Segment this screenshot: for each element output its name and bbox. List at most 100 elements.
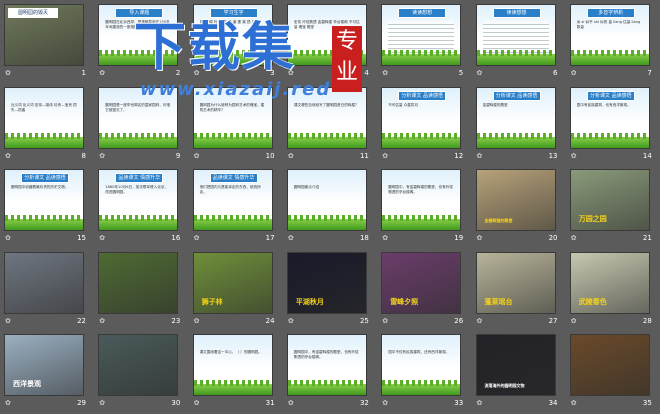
- slide-thumbnail[interactable]: 圆明园为什么被称为园林艺术的瑰宝，建筑艺术的精华？ ✿ 10: [191, 85, 285, 167]
- transition-icon[interactable]: ✿: [477, 234, 483, 242]
- slide-thumbnail[interactable]: 读读想想 ✿ 5: [379, 2, 473, 84]
- slide-caption: 雷峰夕照: [390, 297, 419, 306]
- slide-number: 21: [642, 234, 652, 243]
- slide-thumbnail[interactable]: 分析课文 品读感悟 园中有民族建筑，也有西洋景观。 ✿ 14: [568, 85, 660, 167]
- slide-thumbnail[interactable]: 宏伟 玲珑剔透 金碧辉煌 亭台楼阁 不可估量 瑰宝 殿堂 ✿ 4: [285, 2, 379, 84]
- transition-icon[interactable]: ✿: [194, 399, 200, 407]
- transition-icon[interactable]: ✿: [5, 399, 11, 407]
- slide-preview: 课文哪些自然段写了圆明园昔日的辉煌？: [286, 86, 367, 149]
- slide-thumbnail[interactable]: 园中不仅有民族建筑，还有西洋景观。 ✿ 33: [379, 332, 473, 414]
- slide-thumbnail[interactable]: 圆明园的毁灭 ✿ 1: [2, 2, 96, 84]
- slide-thumbnail[interactable]: 品读课文 情感升华 他们把园内凡是能拿走的东西，统统掠走。 ✿ 17: [191, 167, 285, 249]
- slide-thumbnail[interactable]: 蓬莱瑶台 ✿ 27: [474, 250, 568, 332]
- slide-number: 16: [171, 234, 181, 243]
- slide-number: 28: [642, 316, 652, 325]
- transition-icon[interactable]: ✿: [99, 69, 105, 77]
- slide-thumbnail[interactable]: 武陵春色 ✿ 28: [568, 250, 660, 332]
- slide-thumbnail[interactable]: 近义词 反义词 宏伟—雄伟 珍贵—宝贵 损失—损害 ✿ 8: [2, 85, 96, 167]
- transition-icon[interactable]: ✿: [382, 152, 388, 160]
- transition-icon[interactable]: ✿: [571, 234, 577, 242]
- slide-thumbnail[interactable]: 圆明园中，有金碧辉煌的殿堂，也有玲珑剔透的亭台楼阁。 ✿ 19: [379, 167, 473, 249]
- slide-preview: 读读想想: [475, 4, 556, 66]
- transition-icon[interactable]: ✿: [194, 317, 200, 325]
- transition-icon[interactable]: ✿: [477, 152, 483, 160]
- slide-caption: 蓬莱瑶台: [484, 297, 513, 306]
- slide-thumbnail[interactable]: 雷峰夕照 ✿ 26: [379, 250, 473, 332]
- slide-thumbnail[interactable]: 平湖秋月 ✿ 25: [285, 250, 379, 332]
- transition-icon[interactable]: ✿: [571, 317, 577, 325]
- slide-thumbnail[interactable]: 分析课文 品读感悟 金碧辉煌的殿堂 ✿ 13: [474, 85, 568, 167]
- slide-thumbnail[interactable]: 品读课文 情感升华 1860年10月6日，英法联军侵入北京，闯进圆明园。 ✿ 16: [96, 167, 190, 249]
- slide-number: 17: [265, 234, 275, 243]
- slide-number: 6: [553, 69, 558, 77]
- slide-number: 5: [458, 69, 464, 77]
- slide-thumbnail[interactable]: 课文哪些自然段写了圆明园昔日的辉煌？ ✿ 11: [285, 85, 379, 167]
- slide-title: 读读想想: [398, 8, 447, 18]
- slide-thumbnail[interactable]: 读读想想 ✿ 6: [474, 2, 568, 84]
- transition-icon[interactable]: ✿: [382, 317, 388, 325]
- slide-thumbnail[interactable]: 分析课文 品读感悟 不可估量 众星拱月 ✿ 12: [379, 85, 473, 167]
- transition-icon[interactable]: ✿: [288, 399, 294, 407]
- slide-number: 10: [265, 151, 275, 160]
- slide-title: 品读课文 情感升华: [115, 173, 164, 184]
- slide-thumbnail[interactable]: ✿ 23: [96, 250, 190, 332]
- slide-thumbnail[interactable]: 导入课题 圆明园在北京西郊，是清朝皇帝在150多年间建造的一座规模宏大的皇家园林。…: [96, 2, 190, 84]
- transition-icon[interactable]: ✿: [477, 69, 483, 77]
- slide-body-text: 不可估量 众星拱月: [388, 102, 419, 107]
- slide-thumbnail[interactable]: 流落海外的圆明园文物 ✿ 34: [474, 332, 568, 414]
- transition-icon[interactable]: ✿: [5, 69, 11, 77]
- transition-icon[interactable]: ✿: [194, 69, 200, 77]
- transition-icon[interactable]: ✿: [571, 399, 577, 407]
- slide-preview: [98, 334, 179, 397]
- transition-icon[interactable]: ✿: [382, 234, 388, 242]
- transition-icon[interactable]: ✿: [382, 399, 388, 407]
- slide-number: 35: [642, 399, 652, 408]
- slide-preview: 蓬莱瑶台: [475, 251, 556, 314]
- slide-number: 3: [270, 69, 275, 77]
- slide-thumbnail[interactable]: 多音字辨析似 si 似乎 shi 似的 量 liang 估量 liang 数量 ✿…: [568, 2, 660, 84]
- slide-title: 品读课文 情感升华: [209, 173, 258, 184]
- slide-thumbnail[interactable]: 分析课文 品读感悟 圆明园中收藏着最珍贵的历史文物。 ✿ 15: [2, 167, 96, 249]
- transition-icon[interactable]: ✿: [477, 317, 483, 325]
- transition-icon[interactable]: ✿: [5, 234, 11, 242]
- slide-thumbnail[interactable]: 圆明园景点介绍 ✿ 18: [285, 167, 379, 249]
- slide-thumbnail[interactable]: 课文围绕着这一中心，（ ）的圆明园。 ✿ 31: [191, 332, 285, 414]
- transition-icon[interactable]: ✿: [194, 234, 200, 242]
- slide-thumbnail[interactable]: 狮子林 ✿ 24: [191, 250, 285, 332]
- transition-icon[interactable]: ✿: [99, 152, 105, 160]
- transition-icon[interactable]: ✿: [5, 152, 11, 160]
- slide-number: 18: [359, 234, 369, 243]
- transition-icon[interactable]: ✿: [288, 69, 294, 77]
- transition-icon[interactable]: ✿: [5, 317, 11, 325]
- transition-icon[interactable]: ✿: [477, 399, 483, 407]
- transition-icon[interactable]: ✿: [99, 399, 105, 407]
- slide-thumbnail[interactable]: 圆明园是一座举世闻名的皇家园林，可惜它被毁灭了。 ✿ 9: [96, 85, 190, 167]
- slide-number: 25: [359, 316, 369, 325]
- slide-thumbnail[interactable]: 万园之园 ✿ 21: [568, 167, 660, 249]
- slide-grass-footer: [5, 132, 83, 148]
- slide-preview: 分析课文 品读感悟 不可估量 众星拱月: [381, 86, 462, 149]
- slide-thumbnail[interactable]: ✿ 30: [96, 332, 190, 414]
- slide-preview: 导入课题 圆明园在北京西郊，是清朝皇帝在150多年间建造的一座规模宏大的皇家园林。: [98, 4, 179, 66]
- slide-number: 1: [81, 69, 86, 77]
- slide-thumbnail[interactable]: ✿ 22: [2, 250, 96, 332]
- slide-body-text: 圆明园是一座举世闻名的皇家园林，可惜它被毁灭了。: [105, 102, 170, 112]
- transition-icon[interactable]: ✿: [288, 152, 294, 160]
- slide-thumbnail[interactable]: 学习生字毁 殿 煌 玲 珑 缩 宋 瀛 蓬 莱 损 矣 ✿ 3: [191, 2, 285, 84]
- slide-thumbnail[interactable]: ✿ 35: [568, 332, 660, 414]
- slide-body-text: 园中不仅有民族建筑，还有西洋景观。: [388, 350, 450, 355]
- transition-icon[interactable]: ✿: [99, 234, 105, 242]
- transition-icon[interactable]: ✿: [194, 152, 200, 160]
- slide-grass-footer: [193, 380, 272, 396]
- transition-icon[interactable]: ✿: [382, 69, 388, 77]
- transition-icon[interactable]: ✿: [99, 317, 105, 325]
- slide-thumbnail[interactable]: 西洋景观 ✿ 29: [2, 332, 96, 414]
- slide-thumbnail[interactable]: 圆明园中，有金碧辉煌的殿堂，也有玲珑剔透的亭台楼阁。 ✿ 32: [285, 332, 379, 414]
- slide-grass-footer: [476, 50, 555, 65]
- transition-icon[interactable]: ✿: [288, 234, 294, 242]
- transition-icon[interactable]: ✿: [571, 152, 577, 160]
- transition-icon[interactable]: ✿: [288, 317, 294, 325]
- slide-thumbnail[interactable]: 金碧辉煌的殿堂 ✿ 20: [474, 167, 568, 249]
- slide-preview: 圆明园中，有金碧辉煌的殿堂，也有玲珑剔透的亭台楼阁。: [286, 334, 367, 397]
- transition-icon[interactable]: ✿: [571, 69, 577, 77]
